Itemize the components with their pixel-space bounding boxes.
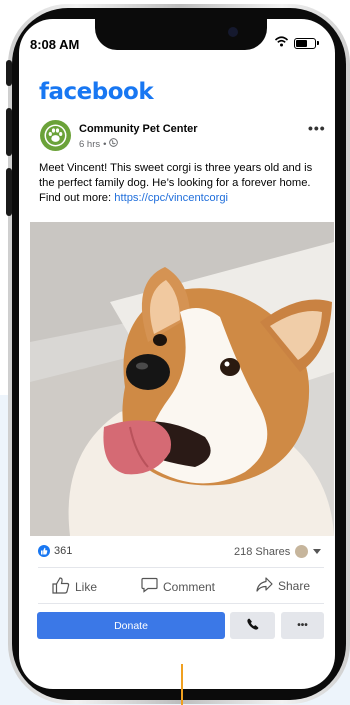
volume-down-button [6,168,12,216]
phone-icon [246,617,259,635]
wifi-icon [274,34,289,52]
divider [38,603,324,604]
notch [95,19,267,50]
post-link[interactable]: https://cpc/vincentcorgi [114,192,228,204]
comment-button[interactable]: Comment [141,577,215,596]
thumbs-up-icon [52,577,70,597]
caret-down-icon [313,546,322,558]
like-button[interactable]: Like [52,577,97,597]
volume-up-button [6,108,12,156]
status-icons [274,34,319,52]
page-name[interactable]: Community Pet Center [79,123,198,135]
comment-label: Comment [163,579,216,594]
meta-separator: • [103,138,107,150]
corgi-photo[interactable] [30,222,334,536]
divider [38,567,324,568]
page-avatar[interactable] [40,120,71,151]
share-label: Share [278,579,311,593]
facebook-logo: facebook [39,79,154,105]
viewer-avatar [295,545,309,558]
reaction-count: 361 [54,545,73,557]
comment-icon [141,577,158,596]
status-time: 8:08 AM [30,37,80,52]
battery-icon [294,37,319,49]
share-icon [256,577,273,595]
like-label: Like [75,580,98,594]
post-text: Meet Vincent! This sweet corgi is three … [39,161,329,206]
callout-line [181,664,183,705]
share-count: 218 Shares [234,545,291,558]
paw-icon [44,124,67,147]
shares-summary[interactable]: 218 Shares [234,545,322,558]
share-button[interactable]: Share [256,577,310,595]
post-time: 6 hrs [79,138,101,150]
post-options-button[interactable]: ••• [308,120,326,136]
more-options-button[interactable]: ••• [281,612,324,639]
mute-switch [6,60,12,86]
like-reaction-icon [38,545,50,557]
call-button[interactable] [230,612,275,639]
front-camera [228,27,238,37]
donate-button[interactable]: Donate [37,612,225,639]
reactions-summary[interactable]: 361 [38,545,72,557]
post-meta: 6 hrs • [79,138,119,150]
globe-icon [109,138,119,150]
